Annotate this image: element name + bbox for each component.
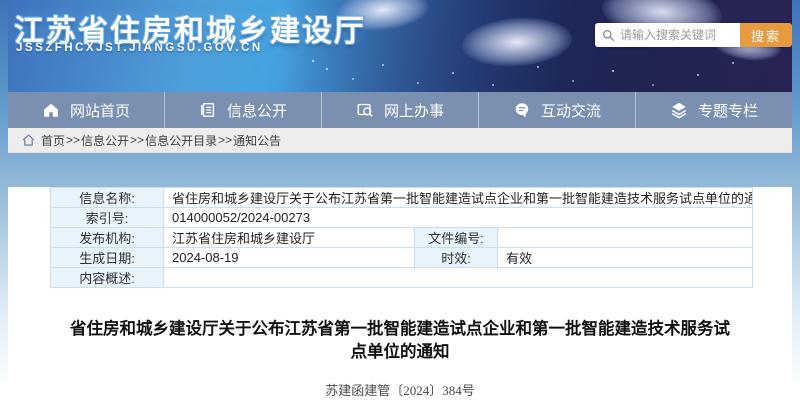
- nav-item-label: 网上办事: [384, 100, 444, 121]
- document-info-table: 信息名称: 省住房和城乡建设厅关于公布江苏省第一批智能建造试点企业和第一批智能建…: [50, 187, 753, 288]
- breadcrumb-separator: >>: [130, 133, 144, 147]
- search-button[interactable]: 搜索: [740, 23, 792, 47]
- search-box: 搜索: [595, 23, 792, 47]
- main-nav: 网站首页 信息公开 网上办事: [8, 92, 792, 128]
- summary-value: [164, 268, 753, 288]
- info-name-label: 信息名称:: [51, 188, 164, 208]
- date-value: 2024-08-19: [164, 248, 415, 268]
- table-row-name: 信息名称: 省住房和城乡建设厅关于公布江苏省第一批智能建造试点企业和第一批智能建…: [51, 188, 753, 208]
- date-label: 生成日期:: [51, 248, 164, 268]
- breadcrumb-item-notices[interactable]: 通知公告: [233, 132, 281, 149]
- validity-label: 时效:: [415, 248, 498, 268]
- index-number-label: 索引号:: [51, 208, 164, 228]
- city-lights-decoration: [312, 60, 314, 62]
- table-row-date: 生成日期: 2024-08-19 时效: 有效: [51, 248, 753, 268]
- chat-icon: [513, 101, 531, 119]
- validity-value: 有效: [498, 248, 753, 268]
- breadcrumb: 首页 >> 信息公开 >> 信息公开目录 >> 通知公告: [8, 128, 792, 153]
- search-icon: [602, 29, 615, 42]
- site-url: JSSZFHCXJST.JIANGSU.GOV.CN: [16, 42, 263, 54]
- table-row-summary: 内容概述:: [51, 268, 753, 288]
- table-row-issuer: 发布机构: 江苏省住房和城乡建设厅 文件编号:: [51, 228, 753, 248]
- issuer-value: 江苏省住房和城乡建设厅: [164, 228, 415, 248]
- breadcrumb-item-info-directory[interactable]: 信息公开目录: [145, 132, 217, 149]
- nav-item-label: 专题专栏: [698, 100, 758, 121]
- layers-icon: [670, 101, 688, 119]
- home-icon: [42, 101, 60, 119]
- breadcrumb-separator: >>: [218, 133, 232, 147]
- search-doc-icon: [356, 101, 374, 119]
- content-wrapper: 江苏省住房和城乡建设厅 JSSZFHCXJST.JIANGSU.GOV.CN 搜…: [8, 0, 792, 408]
- info-name-value: 省住房和城乡建设厅关于公布江苏省第一批智能建造试点企业和第一批智能建造技术服务试…: [164, 188, 753, 208]
- nav-item-online-service[interactable]: 网上办事: [321, 92, 478, 128]
- nav-item-info-disclosure[interactable]: 信息公开: [164, 92, 321, 128]
- page: 江苏省住房和城乡建设厅 JSSZFHCXJST.JIANGSU.GOV.CN 搜…: [0, 0, 800, 408]
- nav-item-label: 互动交流: [541, 100, 601, 121]
- site-header: 江苏省住房和城乡建设厅 JSSZFHCXJST.JIANGSU.GOV.CN 搜…: [8, 0, 792, 92]
- nav-item-home[interactable]: 网站首页: [8, 92, 164, 128]
- article-title: 省住房和城乡建设厅关于公布江苏省第一批智能建造试点企业和第一批智能建造技术服务试…: [62, 318, 738, 364]
- breadcrumb-separator: >>: [66, 133, 80, 147]
- issuer-label: 发布机构:: [51, 228, 164, 248]
- building-roof-shape: [460, 14, 573, 70]
- doc-no-label: 文件编号:: [415, 228, 498, 248]
- breadcrumb-item-home[interactable]: 首页: [41, 132, 65, 149]
- document-icon: [199, 101, 217, 119]
- nav-item-interaction[interactable]: 互动交流: [478, 92, 635, 128]
- search-input-wrap: [595, 23, 740, 47]
- doc-no-value: [498, 228, 753, 248]
- nav-item-label: 网站首页: [70, 100, 130, 121]
- nav-item-special-columns[interactable]: 专题专栏: [635, 92, 792, 128]
- table-row-index: 索引号: 014000052/2024-00273: [51, 208, 753, 228]
- summary-label: 内容概述:: [51, 268, 164, 288]
- search-input[interactable]: [620, 28, 730, 42]
- document-number: 苏建函建管〔2024〕384号: [8, 380, 792, 399]
- home-icon: [22, 134, 35, 146]
- breadcrumb-item-info-disclosure[interactable]: 信息公开: [81, 132, 129, 149]
- index-number-value: 014000052/2024-00273: [164, 208, 753, 228]
- main-content: 信息名称: 省住房和城乡建设厅关于公布江苏省第一批智能建造试点企业和第一批智能建…: [8, 187, 792, 408]
- nav-item-label: 信息公开: [227, 100, 287, 121]
